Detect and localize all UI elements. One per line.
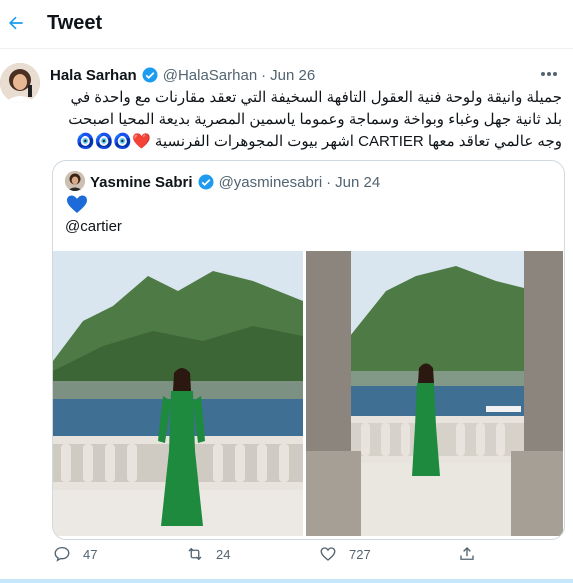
quoted-tweet[interactable]: Yasmine Sabri @yasminesabri · Jun 24 @ca… bbox=[52, 160, 565, 540]
tweet-text-line-2: بلد ثانية جهل وغباء وبواخة وسماجة وعموما… bbox=[68, 111, 562, 128]
page-title: Tweet bbox=[47, 12, 103, 34]
separator-dot: · bbox=[261, 66, 267, 84]
reply-button[interactable]: 47 bbox=[53, 545, 97, 563]
quoted-photo-1[interactable] bbox=[53, 251, 303, 536]
tweet-text-line-1: جميلة وانيقة ولوحة فنية العقول التافهة ا… bbox=[70, 89, 562, 106]
tweet-actions: 47 24 727 bbox=[50, 545, 500, 567]
verified-badge-icon bbox=[198, 174, 214, 190]
quoted-handle[interactable]: @yasminesabri bbox=[219, 174, 323, 191]
top-header: Tweet bbox=[0, 0, 573, 49]
like-button[interactable]: 727 bbox=[319, 545, 371, 563]
reply-icon bbox=[54, 546, 70, 562]
retweet-count: 24 bbox=[216, 546, 231, 562]
author-info: Hala Sarhan @HalaSarhan · Jun 26 bbox=[50, 65, 315, 85]
quoted-date[interactable]: Jun 24 bbox=[335, 174, 380, 191]
author-handle[interactable]: @HalaSarhan bbox=[163, 67, 257, 84]
quoted-display-name[interactable]: Yasmine Sabri bbox=[90, 174, 193, 191]
retweet-button[interactable]: 24 bbox=[186, 545, 230, 563]
like-count: 727 bbox=[349, 546, 371, 562]
tweet-text: جميلة وانيقة ولوحة فنية العقول التافهة ا… bbox=[50, 87, 562, 153]
share-button[interactable] bbox=[458, 545, 488, 563]
author-display-name[interactable]: Hala Sarhan bbox=[50, 67, 137, 84]
like-icon bbox=[320, 547, 336, 561]
share-icon bbox=[460, 547, 474, 560]
tweet-text-line-3: وجه عالمي تعاقد معها CARTIER اشهر بيوت ا… bbox=[76, 133, 562, 150]
reply-count: 47 bbox=[83, 546, 98, 562]
quoted-author-info: Yasmine Sabri @yasminesabri · Jun 24 bbox=[90, 172, 380, 192]
author-avatar[interactable] bbox=[0, 63, 40, 103]
verified-badge-icon bbox=[142, 67, 158, 83]
blue-heart-icon bbox=[67, 195, 87, 213]
more-icon[interactable] bbox=[538, 64, 560, 84]
retweet-icon bbox=[188, 547, 202, 561]
back-arrow-icon[interactable] bbox=[6, 13, 26, 33]
bottom-accent-line bbox=[0, 579, 573, 583]
quoted-photo-2[interactable] bbox=[306, 251, 563, 536]
quoted-author-avatar[interactable] bbox=[65, 171, 85, 191]
tweet-date[interactable]: Jun 26 bbox=[270, 67, 315, 84]
quoted-text: @cartier bbox=[65, 218, 122, 235]
separator-dot: · bbox=[326, 173, 332, 191]
